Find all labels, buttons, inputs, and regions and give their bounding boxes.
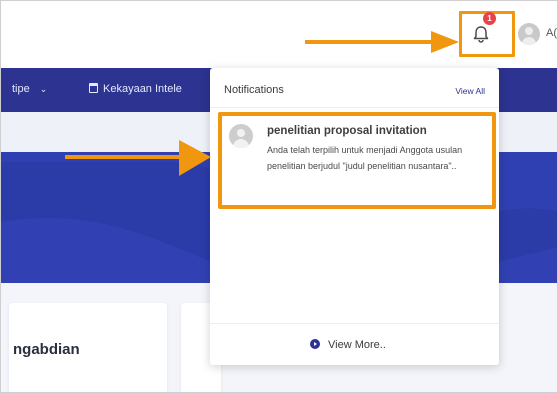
chevron-down-icon: ⌄: [39, 84, 48, 94]
notification-body: Anda telah terpilih untuk menjadi Anggot…: [267, 145, 463, 171]
arrow-to-notification-icon: [65, 140, 211, 176]
dropdown-header: Notifications View All: [210, 68, 499, 108]
play-circle-icon: [310, 339, 320, 349]
arrow-to-bell-icon: [305, 31, 459, 53]
nav-item-label: Kekayaan Intele: [103, 83, 182, 95]
screenshot-frame: 1 A( tipe ⌄ Kekayaan Intele ngabdian Noti…: [0, 0, 558, 393]
card-title: ngabdian: [13, 341, 80, 358]
nav-item-kekayaan-intelektual[interactable]: Kekayaan Intele: [89, 83, 182, 95]
view-more-label: View More..: [328, 339, 386, 351]
divider: [210, 323, 499, 324]
nav-item-label: tipe: [12, 83, 30, 95]
user-name[interactable]: A(: [546, 27, 557, 39]
view-more-button[interactable]: View More..: [310, 339, 386, 351]
notification-count-badge: 1: [483, 12, 496, 25]
dropdown-title: Notifications: [224, 84, 284, 96]
user-avatar[interactable]: [518, 23, 540, 45]
notification-avatar: [229, 124, 253, 148]
document-icon: [89, 83, 98, 93]
bell-icon[interactable]: [470, 23, 492, 45]
notification-title[interactable]: penelitian proposal invitation: [267, 125, 427, 137]
view-all-link[interactable]: View All: [455, 86, 485, 96]
nav-item-tipe[interactable]: tipe ⌄: [12, 83, 47, 95]
